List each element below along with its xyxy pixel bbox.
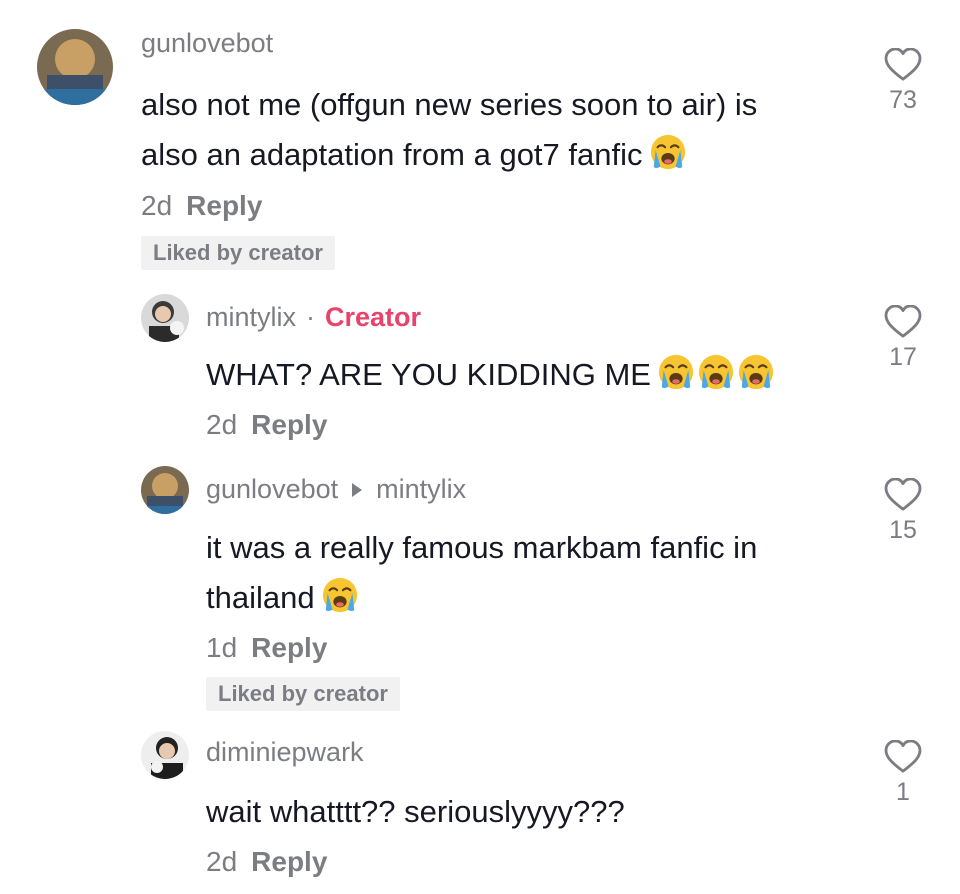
comment-text-line: thailand xyxy=(206,573,757,623)
reply-arrow-icon xyxy=(352,482,363,497)
heart-icon[interactable] xyxy=(884,48,922,82)
avatar[interactable] xyxy=(141,294,189,342)
separator-dot: · xyxy=(306,302,316,332)
heart-icon[interactable] xyxy=(884,740,922,774)
reply-button[interactable]: Reply xyxy=(186,190,262,221)
like-button[interactable]: 15 xyxy=(873,478,933,545)
comment-meta: 2d Reply xyxy=(206,846,327,878)
username[interactable]: gunlovebot xyxy=(141,28,273,59)
like-count: 1 xyxy=(896,778,910,806)
username: mintylix · Creator xyxy=(206,302,421,333)
liked-by-creator-badge: Liked by creator xyxy=(141,236,335,270)
timestamp: 2d xyxy=(141,190,173,221)
username-link[interactable]: gunlovebot xyxy=(206,474,338,505)
timestamp: 1d xyxy=(206,632,238,663)
username: gunlovebot mintylix xyxy=(206,474,466,505)
timestamp: 2d xyxy=(206,846,238,877)
reply-button[interactable]: Reply xyxy=(251,409,327,440)
like-button[interactable]: 1 xyxy=(873,740,933,807)
comment-text: wait whatttt?? seriouslyyyy??? xyxy=(206,794,625,829)
like-count: 15 xyxy=(889,516,917,544)
heart-icon[interactable] xyxy=(884,478,922,512)
like-count: 17 xyxy=(889,343,917,371)
crying-emoji-icon xyxy=(697,353,735,391)
crying-emoji-icon xyxy=(657,353,695,391)
avatar[interactable] xyxy=(141,466,189,514)
liked-by-creator-badge: Liked by creator xyxy=(206,677,400,711)
crying-emoji-icon xyxy=(737,353,775,391)
crying-emoji-icon xyxy=(321,576,359,614)
comment-meta: 2d Reply xyxy=(206,409,327,441)
reply-button[interactable]: Reply xyxy=(251,846,327,877)
like-button[interactable]: 73 xyxy=(873,48,933,115)
crying-emoji-icon xyxy=(649,133,687,171)
avatar[interactable] xyxy=(37,29,113,105)
timestamp: 2d xyxy=(206,409,238,440)
comment-text-line: also not me (offgun new series soon to a… xyxy=(141,87,758,122)
comment-text: it was a really famous markbam fanfic in… xyxy=(206,523,757,623)
username-link[interactable]: mintylix xyxy=(206,302,296,333)
heart-icon[interactable] xyxy=(884,305,922,339)
like-button[interactable]: 17 xyxy=(873,305,933,372)
reply-to-username[interactable]: mintylix xyxy=(376,474,466,505)
like-count: 73 xyxy=(889,86,917,114)
creator-label: Creator xyxy=(325,302,422,332)
username: diminiepwark xyxy=(206,737,364,768)
username-link[interactable]: gunlovebot xyxy=(141,28,273,59)
reply-button[interactable]: Reply xyxy=(251,632,327,663)
comment-text: also not me (offgun new series soon to a… xyxy=(141,80,757,180)
comment-meta: 2d Reply xyxy=(141,190,262,222)
comment-text-line: also an adaptation from a got7 fanfic xyxy=(141,130,757,180)
comment-text: WHAT? ARE YOU KIDDING ME xyxy=(206,350,775,400)
comment-text-line: it was a really famous markbam fanfic in xyxy=(206,530,758,565)
avatar[interactable] xyxy=(141,731,189,779)
username-link[interactable]: diminiepwark xyxy=(206,737,364,768)
comment-meta: 1d Reply xyxy=(206,632,327,664)
